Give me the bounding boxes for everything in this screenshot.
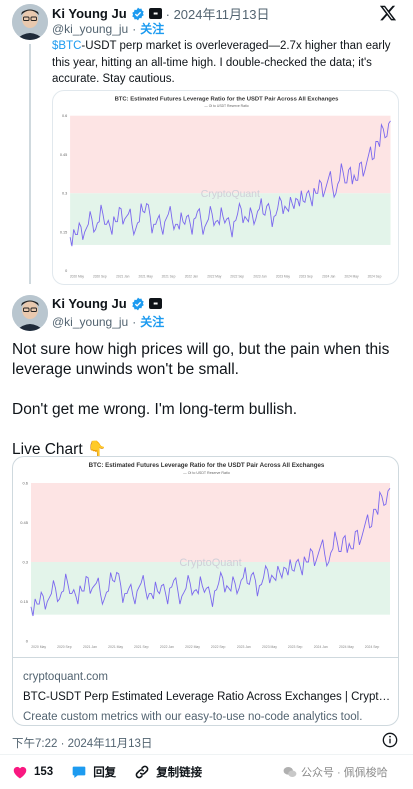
- y-tick-label: 0.3: [22, 560, 28, 565]
- x-tick-label: 2021 Sep: [162, 274, 176, 278]
- x-tick-label: 2021 Jan: [83, 645, 97, 649]
- card-domain: cryptoquant.com: [23, 671, 109, 683]
- heart-icon: [13, 766, 27, 779]
- follow-button[interactable]: 关注: [140, 313, 164, 330]
- post-timestamp[interactable]: 下午7:22 · 2024年11月13日: [12, 735, 152, 751]
- y-tick-label: 0.3: [62, 192, 67, 196]
- link-icon: [135, 765, 149, 779]
- x-tick-label: 2023 May: [276, 274, 291, 278]
- x-tick-label: 2022 Jan: [160, 645, 174, 649]
- verified-badge-icon: [131, 297, 144, 310]
- avatar[interactable]: [12, 295, 48, 331]
- avatar-image: [12, 4, 48, 40]
- tweet-paragraph: Don't get me wrong. I'm long-term bullis…: [12, 401, 298, 418]
- chart-title: BTC: Estimated Futures Leverage Ratio fo…: [115, 97, 340, 103]
- x-tick-label: 2023 May: [262, 645, 277, 649]
- tweet-header: Ki Young Ju ▪▪: [52, 296, 162, 311]
- author-handle[interactable]: @ki_young_ju: [52, 315, 128, 329]
- follow-button[interactable]: 关注: [140, 20, 164, 37]
- x-tick-label: 2021 May: [108, 645, 123, 649]
- divider: [0, 754, 413, 755]
- x-tick-label: 2021 Jan: [116, 274, 129, 278]
- x-tick-label: 2022 Jan: [185, 274, 198, 278]
- y-tick-label: 0.45: [20, 520, 29, 525]
- x-tick-label: 2023 Sep: [288, 645, 303, 649]
- copy-link-label: 复制链接: [156, 767, 203, 779]
- handle-row: @ki_young_ju · 关注: [52, 20, 165, 37]
- x-tick-label: 2023 Jan: [237, 645, 251, 649]
- info-icon[interactable]: [382, 732, 398, 748]
- x-tick-label: 2022 May: [207, 274, 222, 278]
- chart-legend: — Oi to USDT Reserve Ratio: [183, 471, 230, 475]
- action-bar: 153 回复 复制链接: [12, 762, 220, 782]
- affiliation-badge-icon: ▪▪: [148, 8, 162, 19]
- chart-watermark: CryptoQuant: [179, 557, 241, 569]
- wechat-watermark: 公众号 · 佩佩梭哈: [283, 764, 388, 780]
- chart-legend: — Oi to USDT Reserve Ratio: [204, 104, 248, 108]
- y-tick-label: 0: [26, 639, 29, 644]
- y-tick-label: 0.6: [22, 481, 28, 486]
- chart-band-green: [31, 562, 390, 615]
- link-card[interactable]: BTC: Estimated Futures Leverage Ratio fo…: [12, 456, 399, 726]
- chart-image[interactable]: BTC: Estimated Futures Leverage Ratio fo…: [52, 90, 399, 285]
- reply-button[interactable]: 回复: [71, 764, 116, 780]
- chart-title: BTC: Estimated Futures Leverage Ratio fo…: [89, 462, 325, 469]
- card-divider: [13, 657, 398, 658]
- card-description: Create custom metrics with our easy-to-u…: [23, 711, 363, 723]
- chart-band-red: [70, 115, 391, 194]
- author-name[interactable]: Ki Young Ju: [52, 6, 127, 21]
- thread-connector: [29, 44, 31, 284]
- y-tick-label: 0.15: [20, 599, 29, 604]
- author-name[interactable]: Ki Young Ju: [52, 296, 127, 311]
- x-tick-label: 2024 Sep: [365, 645, 380, 649]
- x-tick-label: 2020 May: [31, 645, 46, 649]
- y-tick-label: 0.6: [62, 114, 67, 118]
- x-tick-label: 2022 Sep: [230, 274, 244, 278]
- watermark-text: 公众号 · 佩佩梭哈: [301, 767, 388, 779]
- y-tick-label: 0: [65, 269, 67, 273]
- leverage-chart: BTC: Estimated Futures Leverage Ratio fo…: [20, 462, 391, 649]
- x-tick-label: 2020 Sep: [57, 645, 72, 649]
- x-tick-label: 2024 Jan: [322, 274, 335, 278]
- x-tick-label: 2024 Sep: [368, 274, 382, 278]
- x-tick-label: 2021 May: [139, 274, 154, 278]
- y-tick-label: 0.15: [60, 230, 67, 234]
- x-tick-label: 2020 Sep: [93, 274, 107, 278]
- x-tick-label: 2024 May: [345, 274, 360, 278]
- x-tick-label: 2024 May: [339, 645, 354, 649]
- x-tick-label: 2022 May: [185, 645, 200, 649]
- copy-link-button[interactable]: 复制链接: [134, 764, 202, 780]
- cashtag-link[interactable]: $BTC: [52, 40, 81, 52]
- x-tick-label: 2020 May: [70, 274, 85, 278]
- chart-watermark: CryptoQuant: [201, 189, 260, 200]
- author-handle[interactable]: @ki_young_ju: [52, 22, 128, 36]
- wechat-icon: [283, 767, 297, 777]
- x-tick-label: 2024 Jan: [314, 645, 328, 649]
- chart-band-red: [31, 483, 390, 562]
- x-logo-icon[interactable]: [379, 4, 397, 22]
- leverage-chart: BTC: Estimated Futures Leverage Ratio fo…: [60, 97, 391, 278]
- x-tick-label: 2021 Sep: [134, 645, 149, 649]
- card-title: BTC-USDT Perp Estimated Leverage Ratio A…: [23, 691, 393, 703]
- y-tick-label: 0.45: [60, 153, 67, 157]
- like-count: 153: [34, 766, 54, 778]
- like-button[interactable]: 153: [12, 764, 53, 780]
- tweet-paragraph: Not sure how high prices will go, but th…: [12, 341, 390, 378]
- handle-row: @ki_young_ju · 关注: [52, 313, 165, 330]
- card-image: BTC: Estimated Futures Leverage Ratio fo…: [13, 457, 398, 657]
- tweet-text: $BTC-USDT perp market is overleveraged—2…: [52, 38, 402, 88]
- avatar[interactable]: [12, 4, 48, 40]
- tweet-body: -USDT perp market is overleveraged—2.7x …: [52, 40, 391, 85]
- x-tick-label: 2023 Jan: [253, 274, 266, 278]
- card-meta: cryptoquant.com BTC-USDT Perp Estimated …: [23, 667, 393, 725]
- x-tick-label: 2022 Sep: [211, 645, 226, 649]
- reply-icon: [72, 766, 86, 778]
- x-tick-label: 2023 Sep: [299, 274, 313, 278]
- post-date[interactable]: · 2024年11月13日: [166, 4, 270, 23]
- reply-label: 回复: [93, 767, 117, 779]
- affiliation-badge-icon: ▪▪: [148, 298, 162, 309]
- verified-badge-icon: [131, 7, 144, 20]
- avatar-image: [12, 295, 48, 331]
